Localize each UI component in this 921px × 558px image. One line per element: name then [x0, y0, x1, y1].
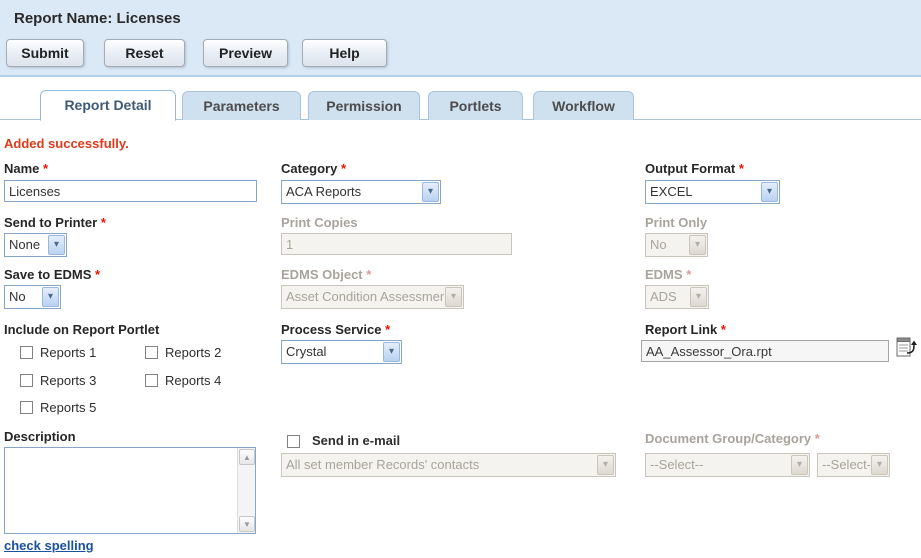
chevron-down-icon: ▾ [597, 455, 614, 475]
reports-3-checkbox[interactable] [20, 374, 33, 387]
process-service-label: Process Service * [281, 322, 390, 337]
category-select-value: ACA Reports [286, 181, 421, 203]
description-label: Description [4, 429, 76, 444]
check-spelling-link[interactable]: check spelling [4, 538, 94, 553]
edms-select-value: ADS [650, 286, 689, 308]
chevron-down-icon: ▾ [690, 287, 707, 307]
name-input[interactable] [4, 180, 257, 202]
preview-button[interactable]: Preview [203, 39, 288, 67]
document-category-select-value: --Select-- [822, 454, 870, 476]
description-textarea[interactable] [5, 448, 237, 533]
report-picker-icon[interactable] [895, 335, 917, 359]
page-header: Report Name: Licenses Submit Reset Previ… [0, 0, 921, 77]
page-title: Report Name: Licenses [14, 10, 181, 27]
process-service-select-value: Crystal [286, 341, 382, 363]
description-scrollbar[interactable]: ▲ ▼ [237, 448, 255, 533]
save-to-edms-select[interactable]: No ▾ [4, 285, 61, 309]
chevron-down-icon: ▾ [42, 287, 59, 307]
reports-1-checkbox[interactable] [20, 346, 33, 359]
tab-portlets[interactable]: Portlets [428, 91, 523, 120]
reports-4-checkbox[interactable] [145, 374, 158, 387]
chevron-down-icon: ▾ [445, 287, 462, 307]
name-label: Name * [4, 161, 48, 176]
tab-workflow[interactable]: Workflow [533, 91, 634, 120]
help-button[interactable]: Help [302, 39, 387, 67]
status-message: Added successfully. [4, 136, 129, 151]
send-in-email-checkbox[interactable] [287, 435, 300, 448]
reports-5-label: Reports 5 [40, 400, 96, 415]
print-only-label: Print Only [645, 215, 707, 230]
submit-button[interactable]: Submit [6, 39, 84, 67]
tab-parameters[interactable]: Parameters [182, 91, 301, 120]
chevron-down-icon: ▾ [689, 235, 706, 255]
reports-4-label: Reports 4 [165, 373, 221, 388]
document-group-category-label: Document Group/Category * [645, 431, 820, 446]
chevron-down-icon: ▾ [761, 182, 778, 202]
tab-permission[interactable]: Permission [308, 91, 420, 120]
tab-report-detail[interactable]: Report Detail [40, 90, 176, 121]
print-copies-label: Print Copies [281, 215, 358, 230]
save-to-edms-label: Save to EDMS * [4, 267, 100, 282]
category-select[interactable]: ACA Reports ▾ [281, 180, 441, 204]
scroll-down-icon[interactable]: ▼ [239, 516, 255, 532]
document-category-select: --Select-- ▾ [817, 453, 890, 477]
reset-button[interactable]: Reset [104, 39, 185, 67]
report-link-input[interactable] [641, 340, 889, 362]
reports-5-checkbox[interactable] [20, 401, 33, 414]
document-group-select-value: --Select-- [650, 454, 790, 476]
edms-object-select: Asset Condition Assessment ▾ [281, 285, 464, 309]
chevron-down-icon: ▾ [422, 182, 439, 202]
report-link-label: Report Link * [645, 322, 726, 337]
output-format-select-value: EXCEL [650, 181, 760, 203]
output-format-label: Output Format * [645, 161, 744, 176]
reports-2-checkbox[interactable] [145, 346, 158, 359]
save-to-edms-select-value: No [9, 286, 41, 308]
description-field: ▲ ▼ [4, 447, 256, 534]
chevron-down-icon: ▾ [871, 455, 888, 475]
print-copies-input [281, 233, 512, 255]
category-label: Category * [281, 161, 346, 176]
send-to-printer-select[interactable]: None ▾ [4, 233, 67, 257]
email-recipients-select-value: All set member Records' contacts [286, 454, 596, 476]
reports-3-label: Reports 3 [40, 373, 96, 388]
send-in-email-label: Send in e-mail [312, 433, 400, 448]
report-detail-page: Report Name: Licenses Submit Reset Previ… [0, 0, 921, 558]
send-to-printer-select-value: None [9, 234, 47, 256]
print-only-select: No ▾ [645, 233, 708, 257]
tab-bar: Report Detail Parameters Permission Port… [0, 90, 921, 120]
chevron-down-icon: ▾ [791, 455, 808, 475]
print-only-select-value: No [650, 234, 688, 256]
document-group-select: --Select-- ▾ [645, 453, 810, 477]
edms-object-label: EDMS Object * [281, 267, 371, 282]
include-on-report-portlet-label: Include on Report Portlet [4, 322, 159, 337]
send-to-printer-label: Send to Printer * [4, 215, 106, 230]
edms-object-select-value: Asset Condition Assessment [286, 286, 444, 308]
process-service-select[interactable]: Crystal ▾ [281, 340, 402, 364]
scroll-up-icon[interactable]: ▲ [239, 449, 255, 465]
edms-select: ADS ▾ [645, 285, 709, 309]
edms-label: EDMS * [645, 267, 691, 282]
reports-1-label: Reports 1 [40, 345, 96, 360]
reports-2-label: Reports 2 [165, 345, 221, 360]
output-format-select[interactable]: EXCEL ▾ [645, 180, 780, 204]
email-recipients-select: All set member Records' contacts ▾ [281, 453, 616, 477]
chevron-down-icon: ▾ [48, 235, 65, 255]
chevron-down-icon: ▾ [383, 342, 400, 362]
